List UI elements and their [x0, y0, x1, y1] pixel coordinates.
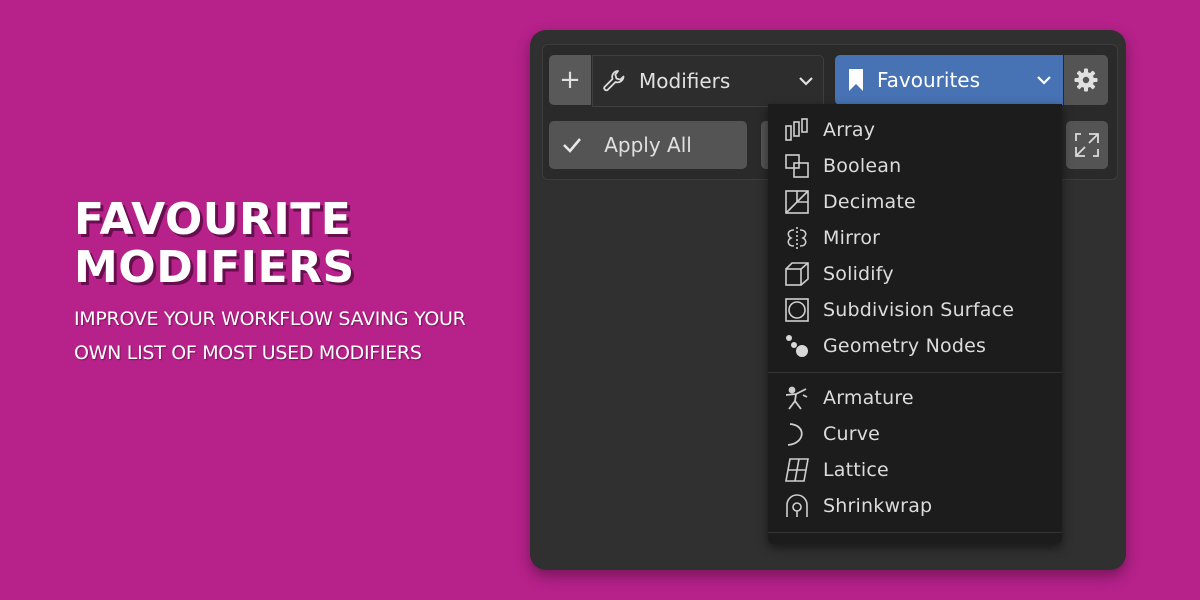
armature-icon: [784, 385, 810, 411]
chevron-down-icon: [795, 70, 817, 96]
promo-title-line2: MODIFIERS: [74, 242, 355, 293]
bookmark-icon: [847, 67, 865, 93]
favourites-dropdown[interactable]: Favourites: [835, 55, 1063, 105]
menu-item-label: Subdivision Surface: [823, 299, 1015, 321]
menu-item-mirror[interactable]: Mirror: [768, 220, 1062, 256]
subdivision-icon: [784, 297, 810, 323]
menu-item-shrinkwrap[interactable]: Shrinkwrap: [768, 488, 1062, 524]
curve-icon: [784, 421, 810, 447]
apply-all-label: Apply All: [604, 133, 692, 157]
expand-icon: [1073, 131, 1101, 159]
menu-item-label: Decimate: [823, 191, 916, 213]
menu-separator: [768, 372, 1062, 373]
plus-icon: +: [559, 65, 581, 95]
lattice-icon: [784, 457, 810, 483]
decimate-icon: [784, 189, 810, 215]
geometry-nodes-icon: [784, 333, 810, 359]
menu-item-label: Armature: [823, 387, 914, 409]
add-modifier-button[interactable]: +: [549, 55, 591, 105]
expand-button[interactable]: [1066, 121, 1108, 169]
menu-item-array[interactable]: Array: [768, 112, 1062, 148]
promo-title: FAVOURITE MODIFIERS: [74, 196, 494, 292]
apply-all-button[interactable]: Apply All: [549, 121, 747, 169]
menu-item-label: Geometry Nodes: [823, 335, 987, 357]
promo-title-line1: FAVOURITE: [74, 194, 352, 245]
favourites-label: Favourites: [877, 68, 981, 92]
menu-item-label: Shrinkwrap: [823, 495, 933, 517]
boolean-icon: [784, 153, 810, 179]
menu-item-lattice[interactable]: Lattice: [768, 452, 1062, 488]
menu-item-label: Boolean: [823, 155, 902, 177]
mirror-icon: [784, 225, 810, 251]
menu-item-boolean[interactable]: Boolean: [768, 148, 1062, 184]
modifiers-label: Modifiers: [639, 69, 731, 93]
promo-subtitle: IMPROVE YOUR WORKFLOW SAVING YOUR OWN LI…: [74, 308, 466, 364]
menu-item-curve[interactable]: Curve: [768, 416, 1062, 452]
favourites-menu: Array Boolean Decimate Mirror Solidify S…: [768, 104, 1062, 544]
menu-separator: [768, 532, 1062, 533]
menu-item-label: Mirror: [823, 227, 881, 249]
menu-item-solidify[interactable]: Solidify: [768, 256, 1062, 292]
menu-item-subdivision-surface[interactable]: Subdivision Surface: [768, 292, 1062, 328]
menu-item-label: Array: [823, 119, 876, 141]
promo-text: FAVOURITE MODIFIERS IMPROVE YOUR WORKFLO…: [74, 196, 494, 370]
chevron-down-icon: [1033, 69, 1055, 95]
menu-item-decimate[interactable]: Decimate: [768, 184, 1062, 220]
array-icon: [784, 117, 810, 143]
menu-item-armature[interactable]: Armature: [768, 380, 1062, 416]
solidify-icon: [784, 261, 810, 287]
menu-item-label: Solidify: [823, 263, 894, 285]
wrench-icon: [601, 68, 627, 94]
gear-icon: [1073, 67, 1099, 93]
settings-button[interactable]: [1064, 55, 1108, 105]
menu-item-geometry-nodes[interactable]: Geometry Nodes: [768, 328, 1062, 364]
shrinkwrap-icon: [784, 493, 810, 519]
menu-item-label: Curve: [823, 423, 881, 445]
modifiers-dropdown[interactable]: Modifiers: [592, 55, 824, 107]
menu-item-label: Lattice: [823, 459, 889, 481]
